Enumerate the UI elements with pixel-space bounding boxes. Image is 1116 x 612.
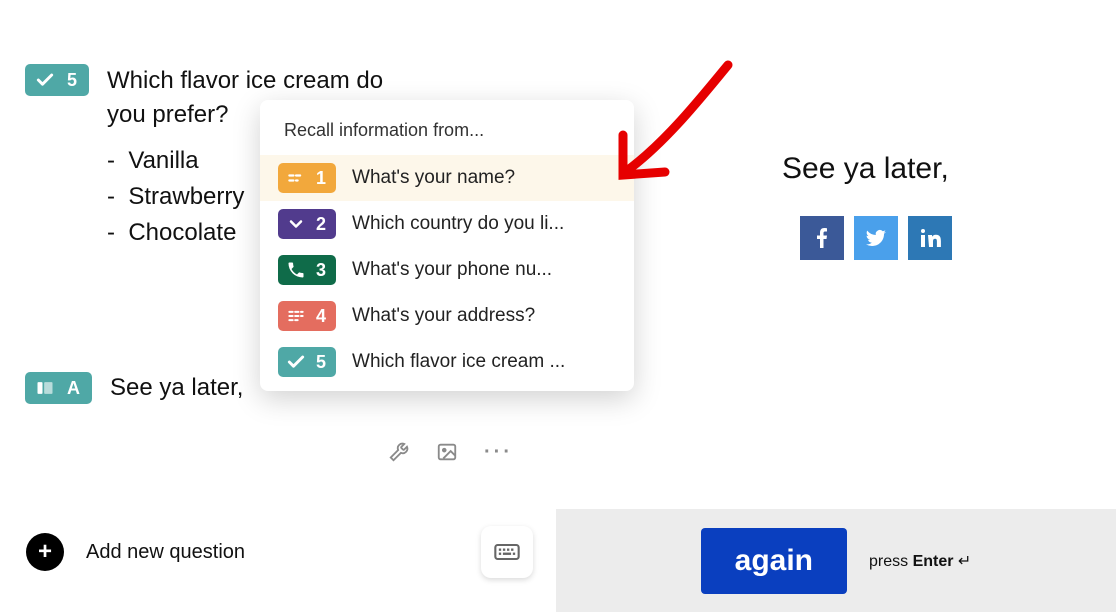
preview-heading: See ya later,: [782, 152, 949, 186]
recall-label-5: Which flavor ice cream ...: [352, 351, 565, 373]
long-text-icon: [286, 306, 306, 326]
recall-item-1[interactable]: 1 What's your name?: [260, 155, 634, 201]
question-number: 5: [67, 71, 77, 89]
recall-badge-1: 1: [278, 163, 336, 193]
linkedin-icon[interactable]: [908, 216, 952, 260]
recall-label-2: Which country do you li...: [352, 213, 564, 235]
chevron-down-icon: [286, 214, 306, 234]
phone-icon: [286, 260, 306, 280]
plus-icon: +: [26, 533, 64, 571]
press-enter-hint: press Enter ↵: [869, 551, 971, 571]
recall-badge-3: 3: [278, 255, 336, 285]
more-icon[interactable]: ···: [484, 441, 513, 469]
recall-label-3: What's your phone nu...: [352, 259, 552, 281]
settings-icon[interactable]: [388, 441, 410, 469]
facebook-icon[interactable]: [800, 216, 844, 260]
layout-icon: [35, 378, 55, 398]
short-text-icon: [286, 168, 306, 188]
recall-badge-4: 4: [278, 301, 336, 331]
social-row: [800, 216, 952, 260]
check-icon: [286, 352, 306, 372]
recall-title: Recall information from...: [260, 100, 634, 155]
twitter-icon[interactable]: [854, 216, 898, 260]
recall-badge-5: 5: [278, 347, 336, 377]
keyboard-button[interactable]: [481, 526, 533, 578]
add-question-button[interactable]: + Add new question: [26, 533, 245, 571]
recall-label-1: What's your name?: [352, 167, 515, 189]
recall-item-3[interactable]: 3 What's your phone nu...: [260, 247, 634, 293]
check-icon: [35, 70, 55, 90]
ending-badge: A: [25, 372, 92, 404]
recall-badge-2: 2: [278, 209, 336, 239]
recall-item-4[interactable]: 4 What's your address?: [260, 293, 634, 339]
preview-pane: See ya later, again press Enter ↵: [556, 0, 1116, 612]
recall-dropdown: Recall information from... 1 What's your…: [260, 100, 634, 391]
add-question-label: Add new question: [86, 541, 245, 564]
ending-block-a[interactable]: A See ya later,: [25, 372, 243, 404]
ending-letter: A: [67, 379, 80, 397]
again-button[interactable]: again: [701, 528, 847, 594]
recall-label-4: What's your address?: [352, 305, 535, 327]
image-icon[interactable]: [436, 441, 458, 469]
ending-text: See ya later,: [110, 374, 243, 402]
preview-footer: again press Enter ↵: [556, 509, 1116, 612]
block-toolbar: ···: [388, 441, 513, 469]
question-badge-5: 5: [25, 64, 89, 96]
recall-item-2[interactable]: 2 Which country do you li...: [260, 201, 634, 247]
recall-item-5[interactable]: 5 Which flavor ice cream ...: [260, 339, 634, 385]
